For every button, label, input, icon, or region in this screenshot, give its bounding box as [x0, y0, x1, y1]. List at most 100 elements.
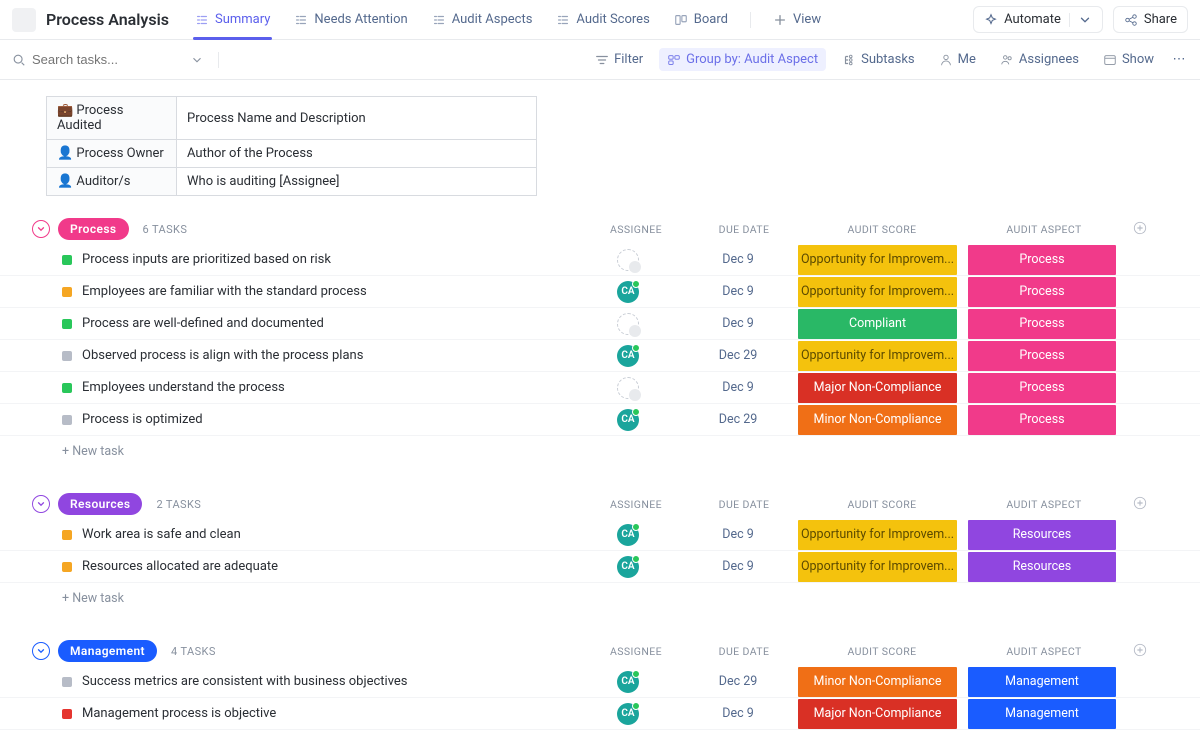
due-date[interactable]: Dec 9	[688, 706, 788, 721]
tab-audit-aspects[interactable]: Audit Aspects	[420, 0, 545, 40]
status-square[interactable]	[62, 709, 72, 719]
aspect-cell[interactable]: Management	[968, 698, 1116, 730]
aspect-cell[interactable]: Management	[968, 666, 1116, 698]
score-cell[interactable]: Opportunity for Improvem...	[798, 340, 958, 372]
status-square[interactable]	[62, 287, 72, 297]
aspect-cell[interactable]: Process	[968, 372, 1116, 404]
due-date[interactable]: Dec 29	[688, 674, 788, 689]
aspect-cell[interactable]: Process	[968, 244, 1116, 276]
avatar[interactable]: CA	[617, 703, 639, 725]
meta-value[interactable]: Author of the Process	[177, 140, 537, 168]
more-menu-button[interactable]: ⋯	[1170, 52, 1188, 67]
task-row[interactable]: Employees understand the process Dec 9 Maj…	[0, 372, 1200, 404]
avatar[interactable]: CA	[617, 671, 639, 693]
filter-button[interactable]: Filter	[587, 48, 651, 71]
aspect-cell[interactable]: Process	[968, 404, 1116, 436]
add-view-button[interactable]: View	[761, 0, 833, 40]
avatar-empty[interactable]	[617, 249, 639, 271]
task-row[interactable]: Employees are familiar with the standard…	[0, 276, 1200, 308]
status-square[interactable]	[62, 319, 72, 329]
task-title[interactable]: Resources allocated are adequate	[82, 559, 568, 574]
aspect-cell[interactable]: Process	[968, 308, 1116, 340]
task-title[interactable]: Success metrics are consistent with busi…	[82, 674, 568, 689]
search-wrap[interactable]	[12, 52, 182, 67]
me-button[interactable]: Me	[931, 48, 984, 71]
aspect-cell[interactable]: Resources	[968, 551, 1116, 583]
task-title[interactable]: Process are well-defined and documented	[82, 316, 568, 331]
score-cell[interactable]: Major Non-Compliance	[798, 698, 958, 730]
add-column-button[interactable]	[1126, 643, 1154, 660]
task-row[interactable]: Process is optimizedCADec 29Minor Non-Co…	[0, 404, 1200, 436]
automate-button[interactable]: Automate	[973, 6, 1103, 33]
status-square[interactable]	[62, 415, 72, 425]
task-title[interactable]: Process is optimized	[82, 412, 568, 427]
status-square[interactable]	[62, 677, 72, 687]
tab-needs-attention[interactable]: Needs Attention	[282, 0, 419, 40]
task-row[interactable]: Observed process is align with the proce…	[0, 340, 1200, 372]
due-date[interactable]: Dec 9	[688, 380, 788, 395]
task-title[interactable]: Work area is safe and clean	[82, 527, 568, 542]
due-date[interactable]: Dec 9	[688, 559, 788, 574]
search-input[interactable]	[32, 52, 152, 67]
task-row[interactable]: Process inputs are prioritized based on …	[0, 244, 1200, 276]
meta-value[interactable]: Who is auditing [Assignee]	[177, 168, 537, 196]
tab-audit-scores[interactable]: Audit Scores	[544, 0, 661, 40]
avatar[interactable]: CA	[617, 345, 639, 367]
tab-board[interactable]: Board	[662, 0, 740, 40]
status-square[interactable]	[62, 351, 72, 361]
group-pill[interactable]: Process	[58, 218, 129, 240]
assignees-button[interactable]: Assignees	[992, 48, 1087, 71]
subtasks-button[interactable]: Subtasks	[834, 48, 923, 71]
avatar[interactable]: CA	[617, 524, 639, 546]
app-icon[interactable]	[12, 8, 36, 32]
due-date[interactable]: Dec 9	[688, 284, 788, 299]
add-column-button[interactable]	[1126, 496, 1154, 513]
task-row[interactable]: Management process is objective CA Dec 9 Ma…	[0, 698, 1200, 730]
collapse-button[interactable]	[32, 642, 50, 660]
aspect-cell[interactable]: Resources	[968, 519, 1116, 551]
collapse-button[interactable]	[32, 495, 50, 513]
due-date[interactable]: Dec 9	[688, 527, 788, 542]
avatar-empty[interactable]	[617, 313, 639, 335]
status-square[interactable]	[62, 530, 72, 540]
new-task-button[interactable]: + New task	[0, 436, 1200, 471]
chevron-down-icon[interactable]	[1069, 13, 1092, 27]
collapse-button[interactable]	[32, 220, 50, 238]
score-cell[interactable]: Opportunity for Improvem...	[798, 519, 958, 551]
add-column-button[interactable]	[1126, 221, 1154, 238]
status-square[interactable]	[62, 562, 72, 572]
task-row[interactable]: Work area is safe and clean CA Dec 9 Opport…	[0, 519, 1200, 551]
new-task-button[interactable]: + New task	[0, 583, 1200, 618]
task-title[interactable]: Management process is objective	[82, 706, 568, 721]
task-title[interactable]: Process inputs are prioritized based on …	[82, 252, 568, 267]
score-cell[interactable]: Major Non-Compliance	[798, 372, 958, 404]
aspect-cell[interactable]: Process	[968, 340, 1116, 372]
score-cell[interactable]: Compliant	[798, 308, 958, 340]
aspect-cell[interactable]: Process	[968, 276, 1116, 308]
chevron-down-icon[interactable]	[190, 53, 204, 67]
meta-value[interactable]: Process Name and Description	[177, 97, 537, 140]
group-pill[interactable]: Resources	[58, 493, 142, 515]
show-button[interactable]: Show	[1095, 48, 1162, 71]
score-cell[interactable]: Opportunity for Improvem...	[798, 244, 958, 276]
status-square[interactable]	[62, 255, 72, 265]
avatar[interactable]: CA	[617, 281, 639, 303]
group-by-button[interactable]: Group by: Audit Aspect	[659, 48, 826, 71]
task-row[interactable]: Resources allocated are adequate CA Dec 9 O…	[0, 551, 1200, 583]
due-date[interactable]: Dec 9	[688, 316, 788, 331]
due-date[interactable]: Dec 9	[688, 252, 788, 267]
task-title[interactable]: Employees understand the process	[82, 380, 568, 395]
tab-summary[interactable]: Summary	[183, 0, 282, 40]
due-date[interactable]: Dec 29	[688, 412, 788, 427]
status-square[interactable]	[62, 383, 72, 393]
score-cell[interactable]: Minor Non-Compliance	[798, 666, 958, 698]
score-cell[interactable]: Opportunity for Improvem...	[798, 276, 958, 308]
avatar[interactable]: CA	[617, 556, 639, 578]
group-pill[interactable]: Management	[58, 640, 157, 662]
task-title[interactable]: Observed process is align with the proce…	[82, 348, 568, 363]
score-cell[interactable]: Opportunity for Improvem...	[798, 551, 958, 583]
task-title[interactable]: Employees are familiar with the standard…	[82, 284, 568, 299]
task-row[interactable]: Process are well-defined and documented D…	[0, 308, 1200, 340]
avatar[interactable]: CA	[617, 409, 639, 431]
due-date[interactable]: Dec 29	[688, 348, 788, 363]
